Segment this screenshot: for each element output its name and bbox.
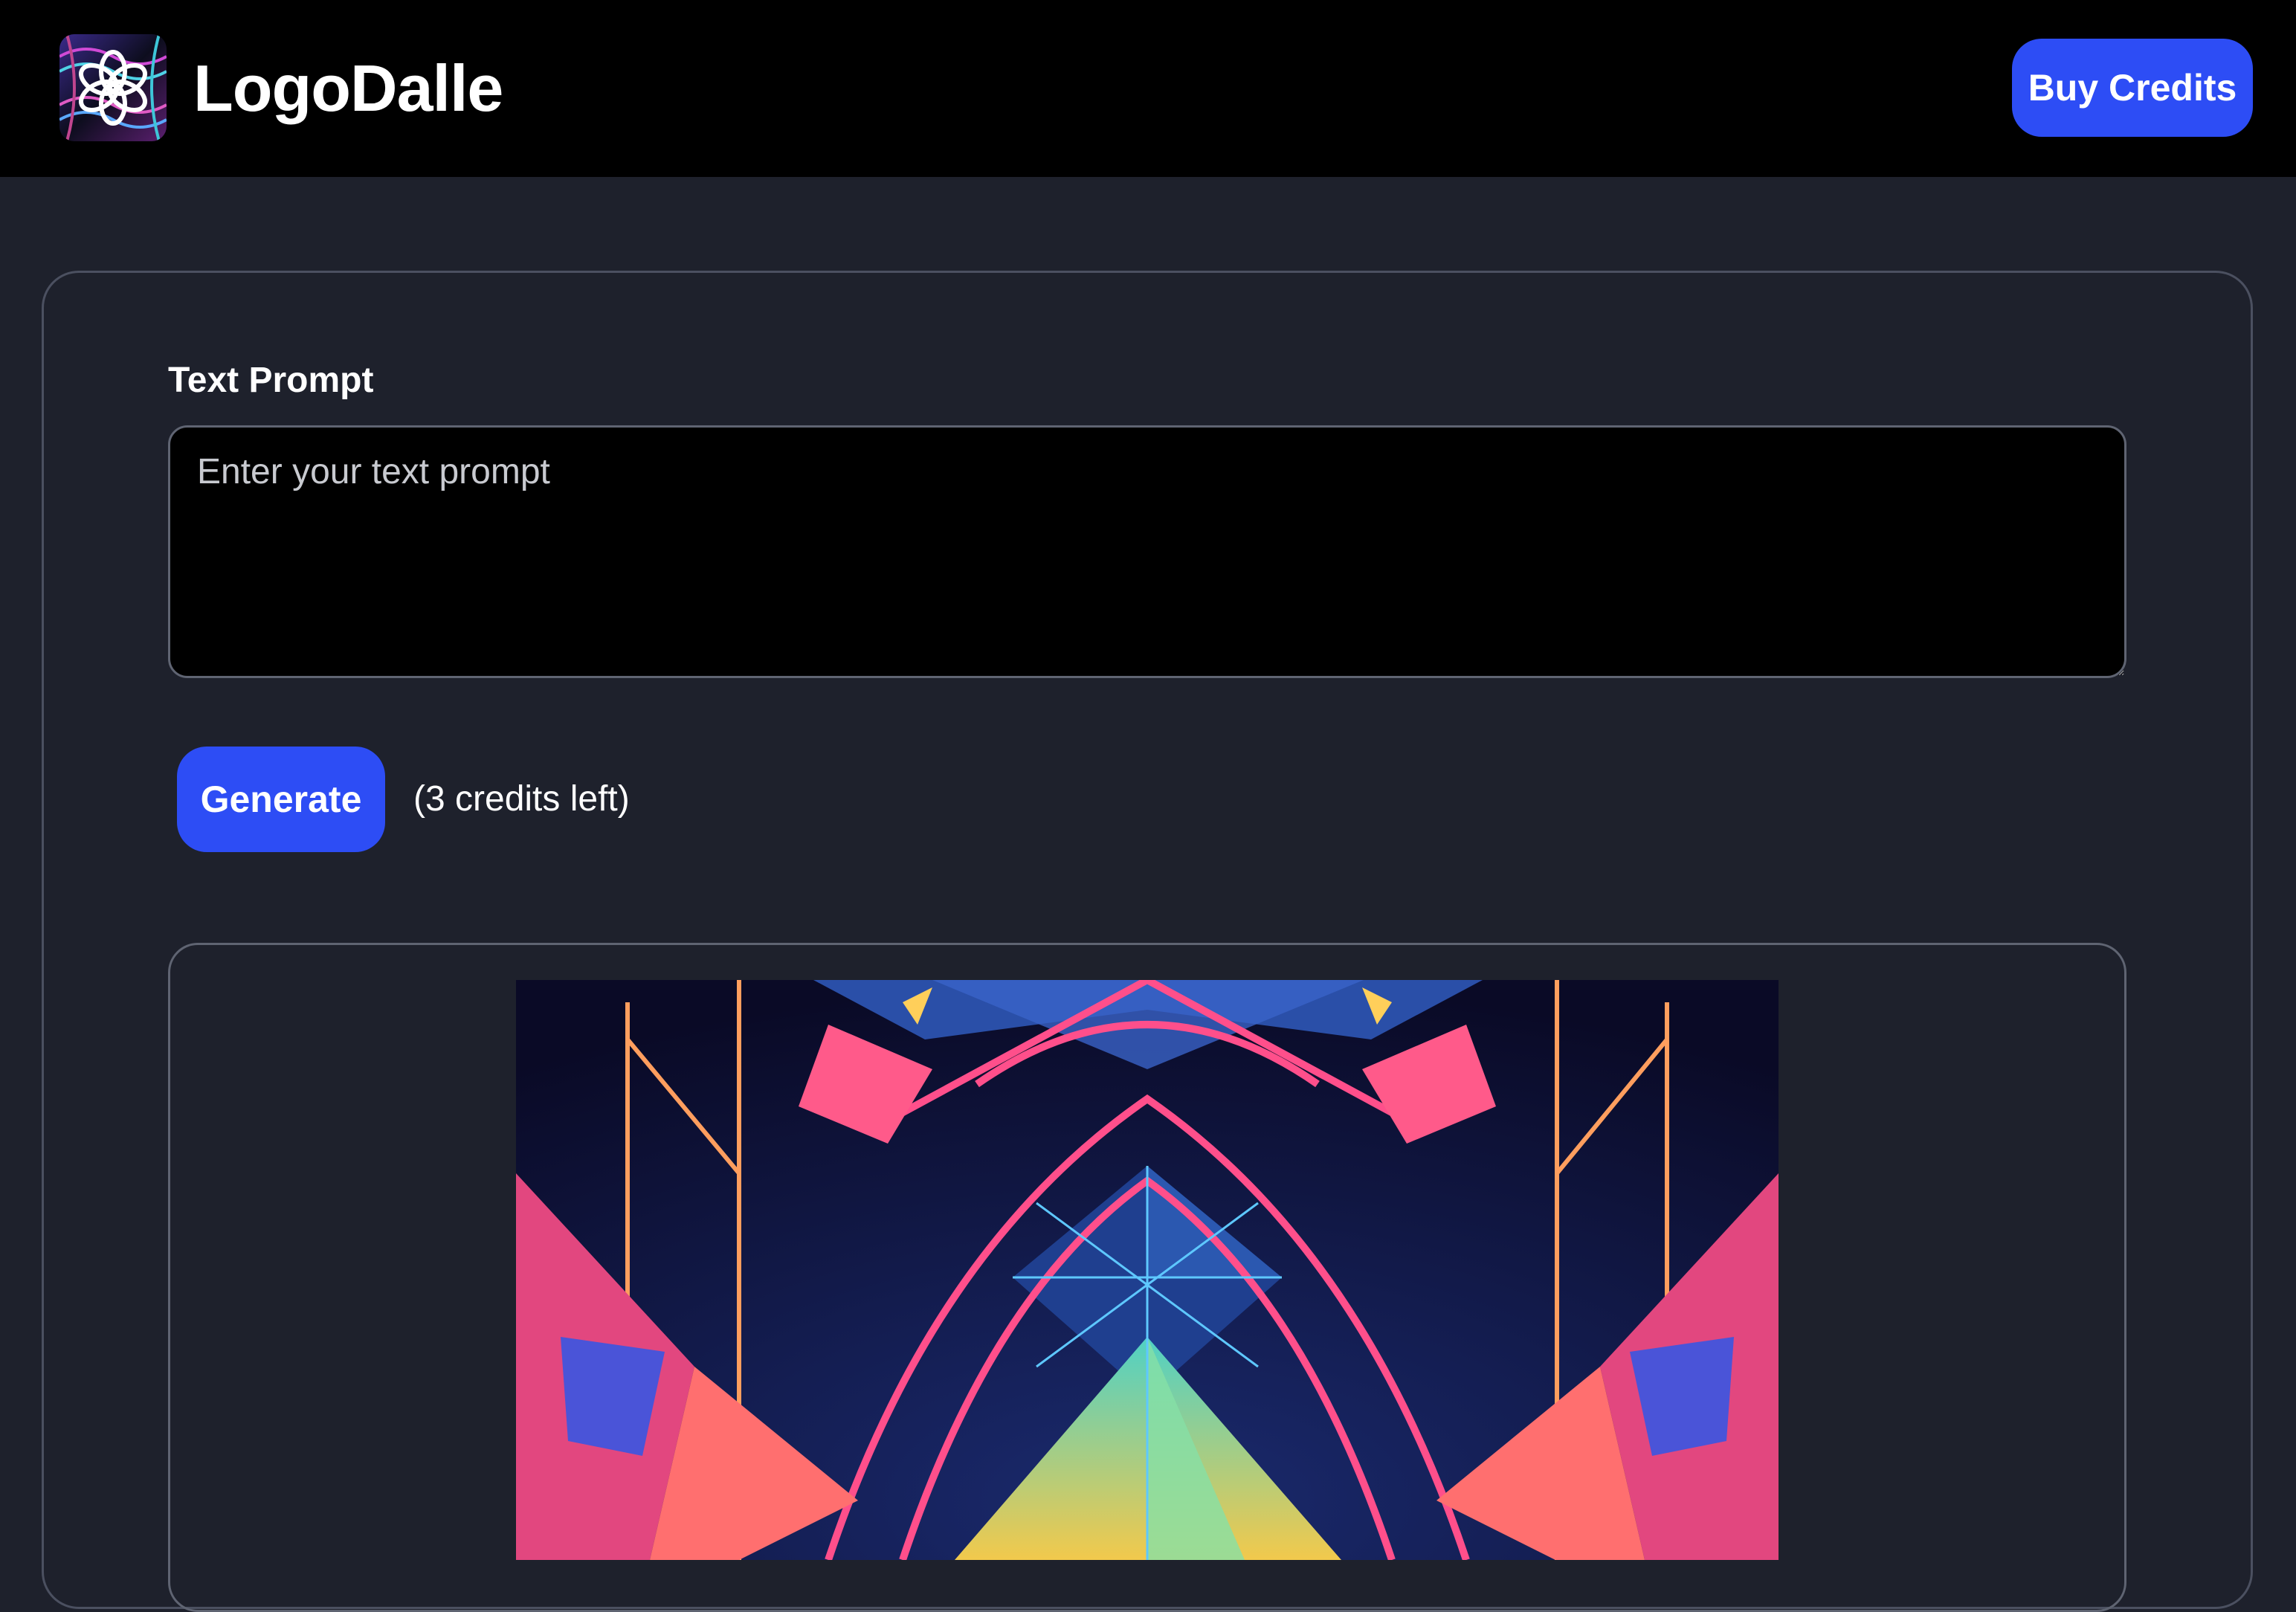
generate-button[interactable]: Generate <box>177 747 385 852</box>
top-nav: LogoDalle Buy Credits <box>0 0 2296 177</box>
generated-geometric-neon-image <box>516 980 1779 1560</box>
prompt-label: Text Prompt <box>168 361 374 400</box>
generated-image <box>516 980 1779 1560</box>
logo-icon[interactable] <box>59 34 167 141</box>
brand-name[interactable]: LogoDalle <box>193 46 503 131</box>
credits-remaining: (3 credits left) <box>413 779 630 819</box>
openai-knot-icon <box>59 34 167 141</box>
buy-credits-button[interactable]: Buy Credits <box>2012 39 2253 137</box>
prompt-textarea[interactable] <box>168 425 2126 678</box>
